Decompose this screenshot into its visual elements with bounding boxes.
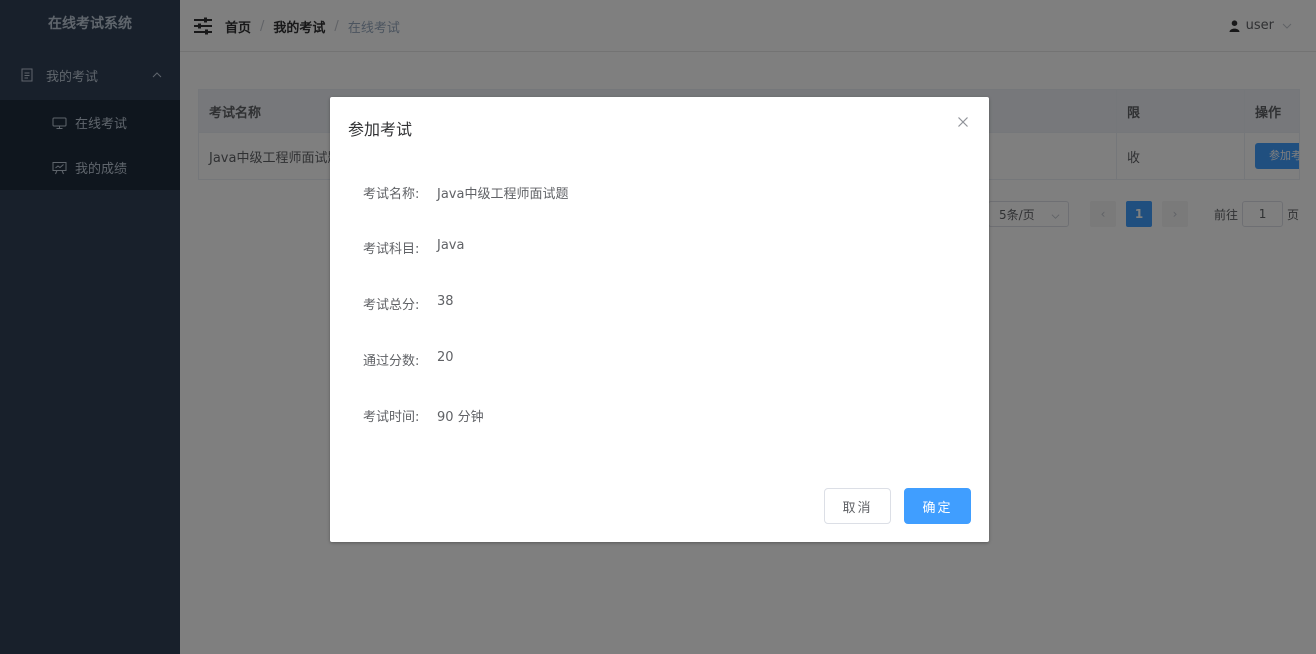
dialog-title: 参加考试 (348, 120, 413, 139)
field-value: Java (437, 238, 465, 253)
field-exam-duration: 考试时间: 90 分钟 (363, 406, 484, 425)
field-label: 通过分数: (363, 354, 420, 369)
field-value: 90 分钟 (437, 410, 484, 425)
field-pass-score: 通过分数: 20 (363, 350, 454, 369)
cancel-button[interactable]: 取消 (824, 488, 891, 524)
field-exam-name: 考试名称: Java中级工程师面试题 (363, 183, 568, 202)
field-label: 考试时间: (363, 410, 420, 425)
field-total-score: 考试总分: 38 (363, 294, 454, 313)
field-label: 考试名称: (363, 187, 420, 202)
close-icon[interactable] (957, 116, 969, 128)
field-value: 20 (437, 350, 454, 365)
confirm-button[interactable]: 确定 (904, 488, 971, 524)
field-label: 考试总分: (363, 298, 420, 313)
field-value: 38 (437, 294, 454, 309)
field-label: 考试科目: (363, 242, 420, 257)
field-exam-subject: 考试科目: Java (363, 238, 464, 257)
join-exam-dialog: 参加考试 考试名称: Java中级工程师面试题 考试科目: Java 考试总分:… (330, 97, 989, 542)
field-value: Java中级工程师面试题 (437, 187, 569, 202)
